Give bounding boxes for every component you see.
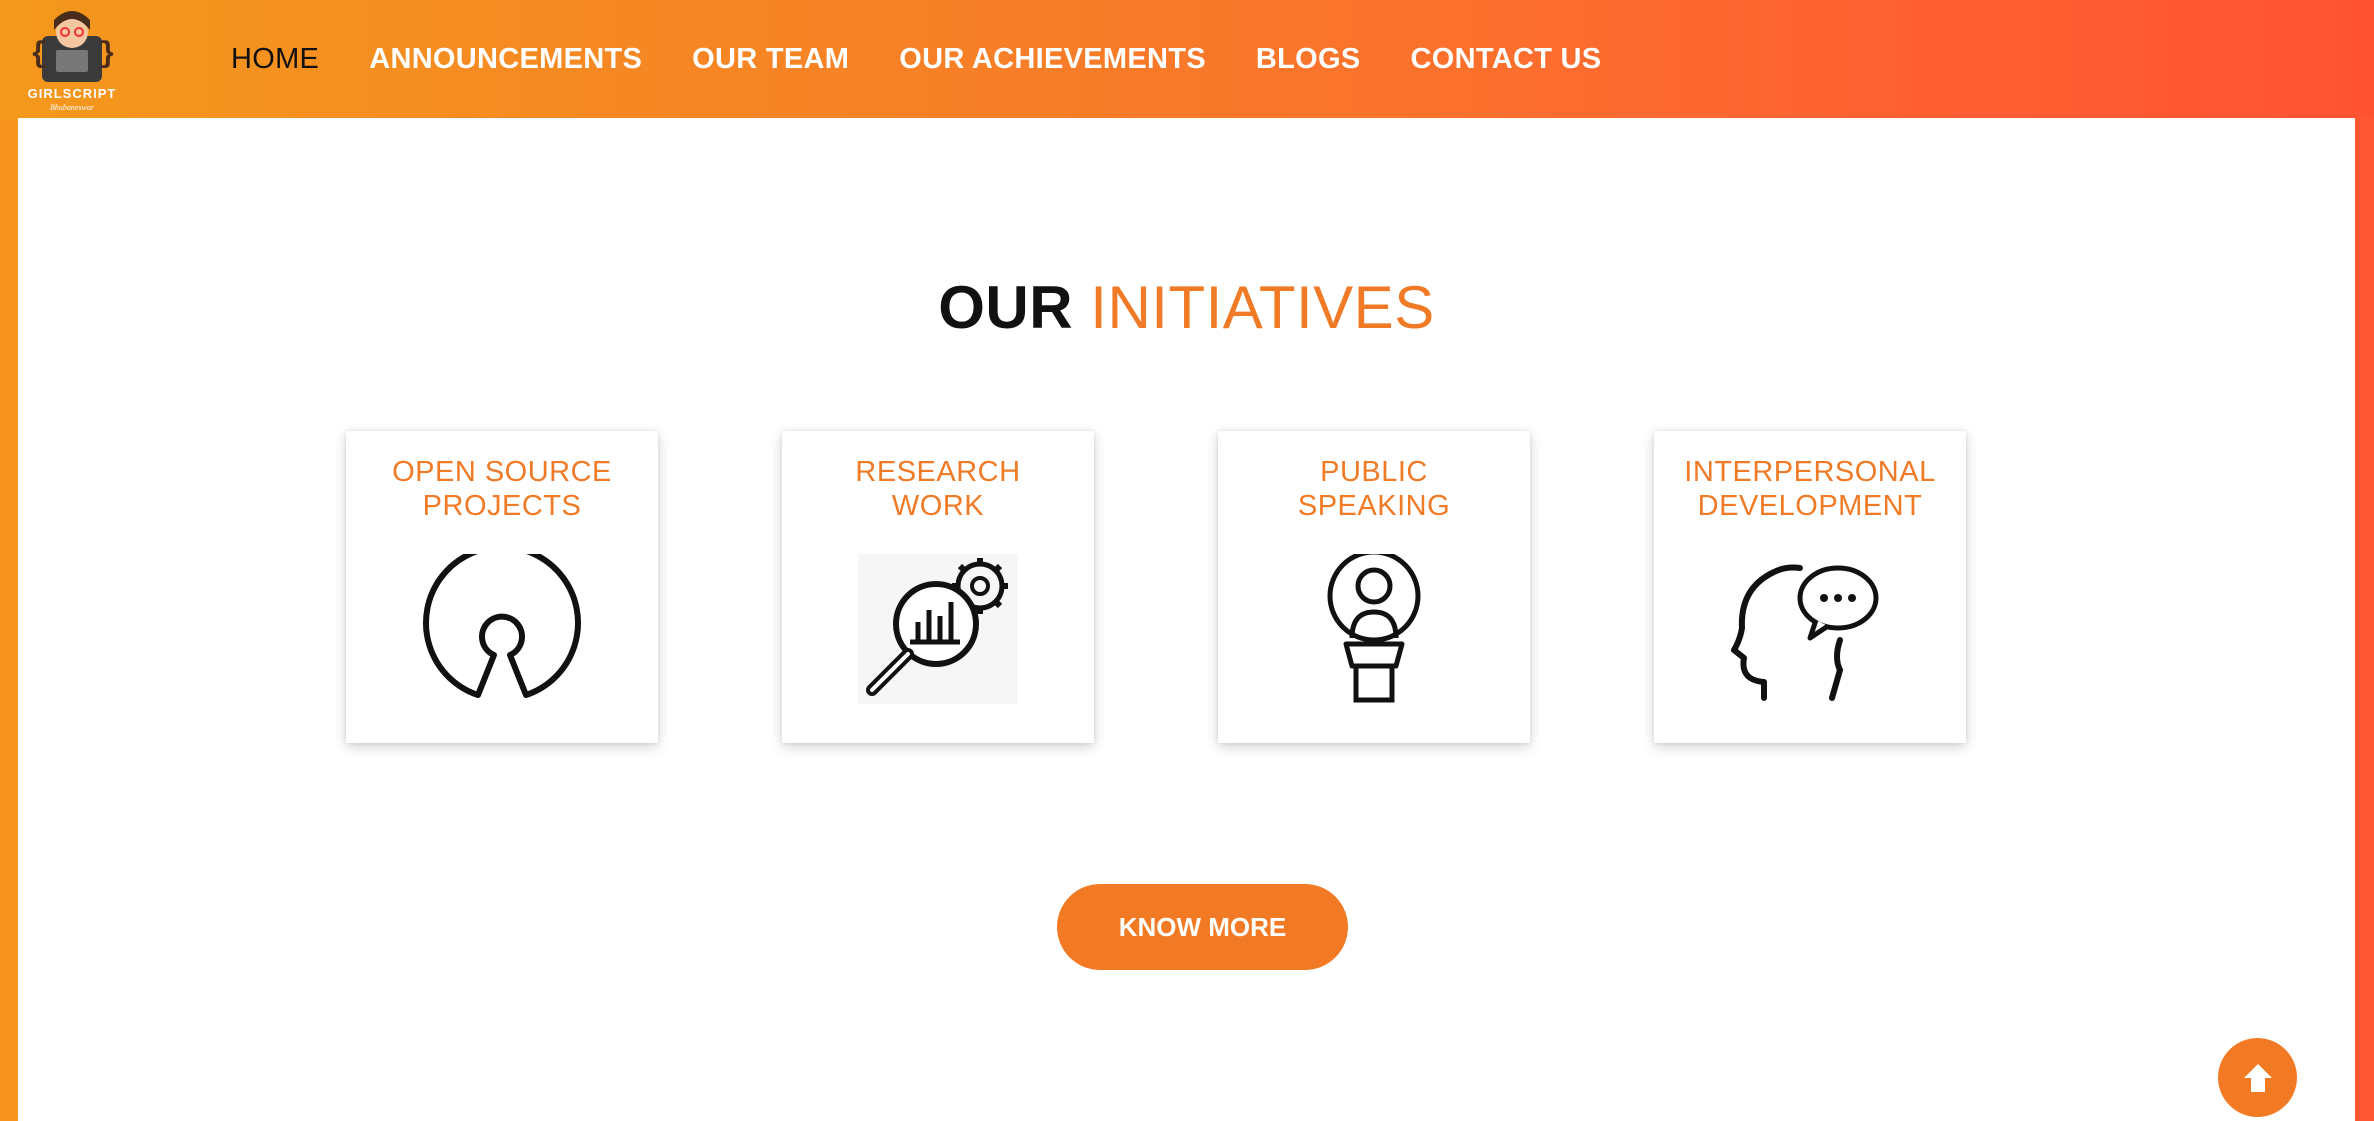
- research-icon: [858, 554, 1018, 704]
- initiative-card-public-speaking[interactable]: PUBLIC SPEAKING: [1218, 431, 1530, 743]
- card-title: PUBLIC SPEAKING: [1297, 456, 1451, 522]
- open-source-icon: [422, 543, 582, 704]
- nav-home[interactable]: HOME: [231, 43, 319, 76]
- nav-announcements[interactable]: ANNOUNCEMENTS: [369, 43, 642, 76]
- title-light: INITIATIVES: [1090, 274, 1435, 341]
- nav-blogs[interactable]: BLOGS: [1256, 43, 1361, 76]
- public-speaking-icon: [1294, 549, 1454, 704]
- section-title: OUR INITIATIVES: [18, 273, 2355, 342]
- scroll-to-top-button[interactable]: [2218, 1038, 2297, 1117]
- svg-text:{: {: [30, 38, 48, 72]
- know-more-button[interactable]: KNOW MORE: [1057, 884, 1348, 970]
- card-title: OPEN SOURCE PROJECTS: [392, 456, 612, 522]
- arrow-up-icon: [2243, 1063, 2272, 1092]
- nav-our-team[interactable]: OUR TEAM: [692, 43, 849, 76]
- interpersonal-icon: [1730, 554, 1890, 704]
- svg-text:}: }: [98, 38, 116, 72]
- card-title: INTERPERSONAL DEVELOPMENT: [1684, 456, 1936, 522]
- nav-links: HOME ANNOUNCEMENTS OUR TEAM OUR ACHIEVEM…: [231, 0, 1651, 118]
- navbar: { } GIRLSCRIPT Bhubaneswar HOME ANNOUNCE…: [0, 0, 2374, 118]
- initiative-card-open-source[interactable]: OPEN SOURCE PROJECTS: [346, 431, 658, 743]
- card-title: RESEARCH WORK: [855, 456, 1021, 522]
- title-bold: OUR: [938, 274, 1074, 341]
- logo-text: GIRLSCRIPT: [28, 86, 117, 101]
- girlscript-logo[interactable]: { } GIRLSCRIPT Bhubaneswar: [22, 6, 122, 112]
- nav-our-achievements[interactable]: OUR ACHIEVEMENTS: [899, 43, 1206, 76]
- initiative-card-interpersonal[interactable]: INTERPERSONAL DEVELOPMENT: [1654, 431, 1966, 743]
- logo-subtext: Bhubaneswar: [50, 103, 95, 112]
- nav-contact-us[interactable]: CONTACT US: [1411, 43, 1602, 76]
- main-content: OUR INITIATIVES OPEN SOURCE PROJECTS RES…: [18, 118, 2355, 1121]
- initiative-card-research[interactable]: RESEARCH WORK: [782, 431, 1094, 743]
